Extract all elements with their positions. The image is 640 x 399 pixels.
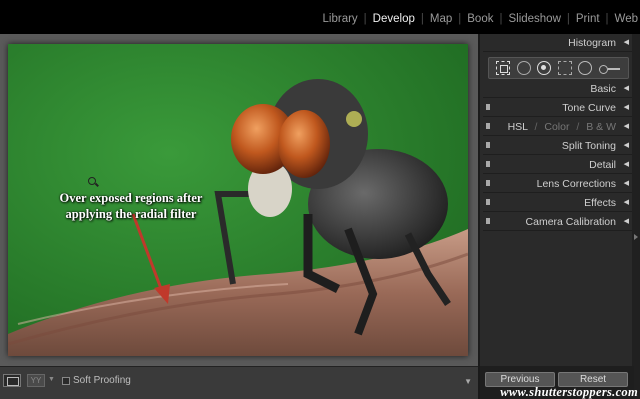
module-web[interactable]: Web xyxy=(613,13,640,25)
tab-bw[interactable]: B & W xyxy=(586,121,616,133)
loupe-view-icon[interactable] xyxy=(3,374,21,387)
panel-split-toning[interactable]: Split Toning ◀ xyxy=(483,137,632,155)
panel-switch-icon[interactable] xyxy=(486,161,490,167)
tab-hsl[interactable]: HSL xyxy=(508,121,528,133)
bottom-toolbar: YY ▼ Soft Proofing ▼ xyxy=(0,366,478,399)
module-separator: | xyxy=(499,13,503,25)
panel-tone-curve[interactable]: Tone Curve ◀ xyxy=(483,99,632,117)
module-picker: Library | Develop | Map | Book | Slidesh… xyxy=(321,13,640,25)
chevron-down-icon[interactable]: ▼ xyxy=(48,376,55,383)
module-map[interactable]: Map xyxy=(428,13,454,25)
panel-collapse-bar[interactable] xyxy=(632,34,640,399)
tab-separator: / xyxy=(576,121,580,133)
panel-switch-icon[interactable] xyxy=(486,104,490,110)
panel-basic[interactable]: Basic ◀ xyxy=(483,80,632,98)
adjustment-brush-icon[interactable] xyxy=(598,61,621,75)
collapse-triangle-icon: ◀ xyxy=(623,85,629,92)
image-canvas: Over exposed regions after applying the … xyxy=(0,34,478,366)
panel-label: Basic xyxy=(590,83,616,95)
panel-label: Effects xyxy=(584,197,616,209)
soft-proofing-label: Soft Proofing xyxy=(73,375,131,386)
module-slideshow[interactable]: Slideshow xyxy=(506,13,562,25)
panel-label: Lens Corrections xyxy=(536,178,616,190)
module-separator: | xyxy=(566,13,570,25)
tab-color[interactable]: Color xyxy=(544,121,569,133)
panel-histogram[interactable]: Histogram ◀ xyxy=(483,34,632,52)
panel-effects[interactable]: Effects ◀ xyxy=(483,194,632,212)
module-library[interactable]: Library xyxy=(321,13,360,25)
panel-switch-icon[interactable] xyxy=(486,218,490,224)
collapse-triangle-icon: ◀ xyxy=(623,142,629,149)
collapse-triangle-icon: ◀ xyxy=(623,104,629,111)
panel-label: Camera Calibration xyxy=(525,216,616,228)
panel-camera-calibration[interactable]: Camera Calibration ◀ xyxy=(483,213,632,231)
crop-overlay-icon[interactable] xyxy=(496,61,511,75)
develop-right-panel: Histogram ◀ Basic ◀ Tone Curve ◀ HSL / C… xyxy=(478,34,640,399)
module-picker-bar: Library | Develop | Map | Book | Slidesh… xyxy=(0,0,640,34)
module-develop[interactable]: Develop xyxy=(371,13,417,25)
watermark-text: www.shutterstoppers.com xyxy=(500,385,638,399)
module-print[interactable]: Print xyxy=(574,13,602,25)
tab-separator: / xyxy=(534,121,538,133)
red-eye-icon[interactable] xyxy=(537,61,552,75)
panel-label: Detail xyxy=(589,159,616,171)
module-book[interactable]: Book xyxy=(465,13,495,25)
collapse-triangle-icon: ◀ xyxy=(623,123,629,130)
photo-preview[interactable]: Over exposed regions after applying the … xyxy=(8,44,468,356)
module-separator: | xyxy=(363,13,367,25)
panel-detail[interactable]: Detail ◀ xyxy=(483,156,632,174)
panel-hsl[interactable]: HSL / Color / B & W ◀ xyxy=(483,118,632,136)
soft-proofing-checkbox[interactable] xyxy=(62,377,70,385)
panel-switch-icon[interactable] xyxy=(486,123,490,129)
collapse-triangle-icon: ◀ xyxy=(623,161,629,168)
panel-lens-corrections[interactable]: Lens Corrections ◀ xyxy=(483,175,632,193)
panel-label: Tone Curve xyxy=(562,102,616,114)
collapse-triangle-icon: ◀ xyxy=(623,218,629,225)
panel-switch-icon[interactable] xyxy=(486,142,490,148)
module-separator: | xyxy=(605,13,609,25)
collapse-triangle-icon: ◀ xyxy=(623,199,629,206)
graduated-filter-icon[interactable] xyxy=(557,61,572,75)
module-separator: | xyxy=(420,13,424,25)
spot-removal-icon[interactable] xyxy=(516,61,531,75)
tool-strip xyxy=(488,57,629,79)
panel-switch-icon[interactable] xyxy=(486,180,490,186)
panel-switch-icon[interactable] xyxy=(486,199,490,205)
module-separator: | xyxy=(458,13,462,25)
panel-label: Split Toning xyxy=(561,140,616,152)
radial-filter-icon[interactable] xyxy=(578,61,593,75)
before-after-icon[interactable]: YY xyxy=(27,374,45,387)
zoom-cursor-icon xyxy=(88,177,96,185)
collapse-triangle-icon: ◀ xyxy=(623,180,629,187)
annotation-text: Over exposed regions after applying the … xyxy=(59,191,203,221)
panel-label: Histogram xyxy=(568,37,616,49)
toolbar-menu-icon[interactable]: ▼ xyxy=(464,377,472,386)
collapse-triangle-icon: ◀ xyxy=(623,39,629,46)
